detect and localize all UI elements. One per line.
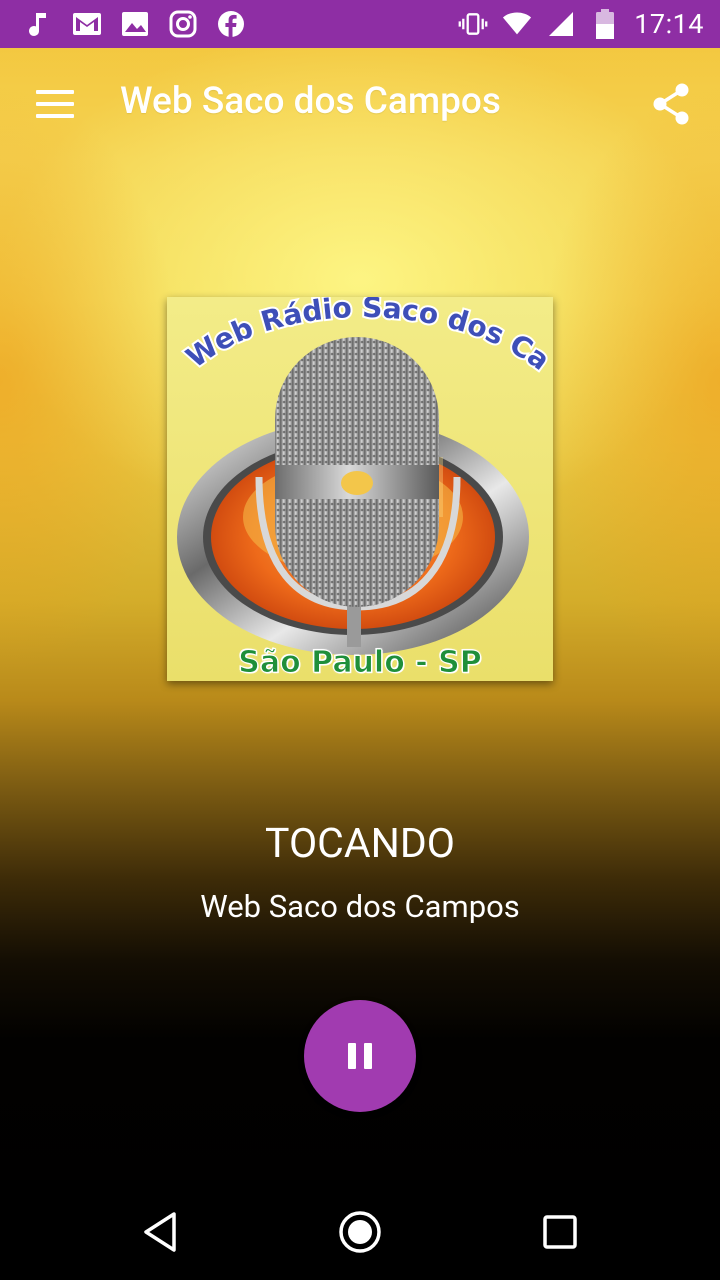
vibrate-icon xyxy=(458,9,488,39)
station-logo: Web Rádio Saco dos Campos São Paulo - SP xyxy=(167,297,553,681)
instagram-icon xyxy=(168,9,198,39)
app-bar: Web Saco dos Campos xyxy=(0,48,720,160)
logo-location-text: São Paulo - SP xyxy=(238,645,483,681)
pause-button[interactable] xyxy=(304,1000,416,1112)
clock: 17:14 xyxy=(634,8,704,40)
image-icon xyxy=(120,9,150,39)
battery-icon xyxy=(590,9,620,39)
share-icon[interactable] xyxy=(648,78,696,130)
signal-icon xyxy=(546,9,576,39)
station-name: Web Saco dos Campos xyxy=(200,888,520,925)
gmail-icon xyxy=(72,9,102,39)
pause-icon xyxy=(348,1043,356,1069)
playback-status: TOCANDO xyxy=(265,820,455,868)
facebook-icon xyxy=(216,9,246,39)
wifi-icon xyxy=(502,9,532,39)
status-bar: 17:14 xyxy=(0,0,720,48)
back-icon[interactable] xyxy=(130,1202,190,1262)
hamburger-menu-icon[interactable] xyxy=(26,78,86,130)
app-title: Web Saco dos Campos xyxy=(120,80,501,123)
home-icon[interactable] xyxy=(330,1202,390,1262)
music-note-icon xyxy=(24,9,54,39)
system-nav-bar xyxy=(0,1180,720,1280)
recents-icon[interactable] xyxy=(530,1202,590,1262)
